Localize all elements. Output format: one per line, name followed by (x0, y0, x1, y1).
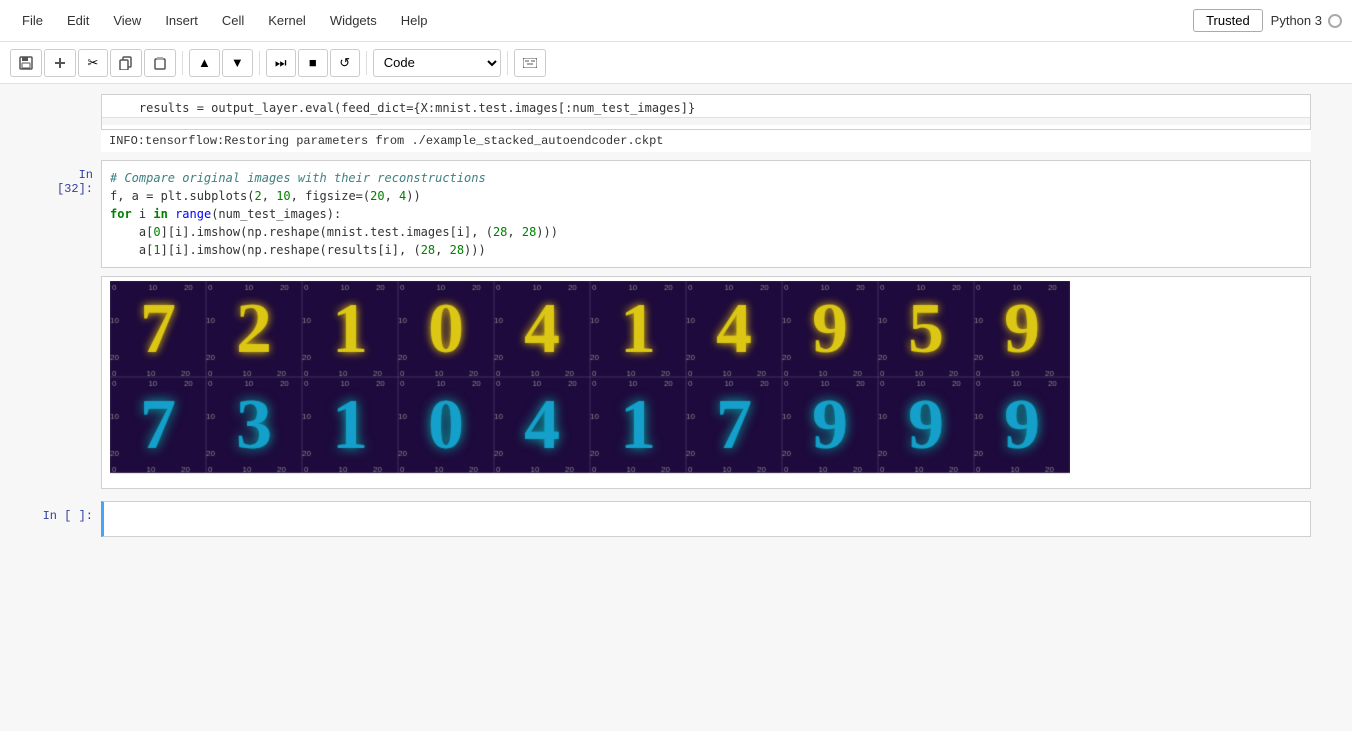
info-output: INFO:tensorflow:Restoring parameters fro… (101, 130, 1311, 152)
cell-32-prompt: In [32]: (41, 160, 101, 268)
menu-insert[interactable]: Insert (153, 7, 210, 34)
separator4 (507, 51, 508, 75)
digit-figure (110, 281, 1070, 481)
code-text4: a[1][i].imshow(np.reshape(results[i], (2… (110, 243, 486, 257)
empty-cell-input[interactable] (101, 501, 1311, 537)
trusted-button[interactable]: Trusted (1193, 9, 1263, 32)
cell-32-input[interactable]: # Compare original images with their rec… (101, 160, 1311, 268)
separator2 (259, 51, 260, 75)
menu-edit[interactable]: Edit (55, 7, 101, 34)
step-button[interactable]: ⏭ (266, 49, 296, 77)
copy-button[interactable] (110, 49, 142, 77)
cell-container: results = output_layer.eval(feed_dict={X… (41, 94, 1311, 537)
paste-button[interactable] (144, 49, 176, 77)
kernel-circle-icon (1328, 14, 1342, 28)
menu-help[interactable]: Help (389, 7, 440, 34)
cell-32-output (41, 276, 1311, 489)
separator1 (182, 51, 183, 75)
cell-type-select[interactable]: Code Markdown Raw NBConvert (373, 49, 501, 77)
code-text: f, a = plt.subplots(2, 10, figsize=(20, … (110, 189, 421, 203)
restart-button[interactable]: ↺ (330, 49, 360, 77)
menu-widgets[interactable]: Widgets (318, 7, 389, 34)
separator3 (366, 51, 367, 75)
kernel-label: Python 3 (1271, 13, 1322, 28)
menu-file[interactable]: File (10, 7, 55, 34)
code-for: for (110, 207, 132, 221)
kernel-info: Python 3 (1271, 13, 1342, 28)
empty-cell-prompt: In [ ]: (41, 501, 101, 537)
move-down-button[interactable]: ▼ (222, 49, 253, 77)
keyboard-shortcuts-button[interactable] (514, 49, 546, 77)
menubar: File Edit View Insert Cell Kernel Widget… (0, 0, 1352, 42)
cell-32: In [32]: # Compare original images with … (41, 160, 1311, 268)
move-up-button[interactable]: ▲ (189, 49, 220, 77)
menu-cell[interactable]: Cell (210, 7, 256, 34)
save-button[interactable] (10, 49, 42, 77)
toolbar: ✂ ▲ ▼ ⏭ ■ ↺ Code Markdown Raw NBConvert (0, 42, 1352, 84)
code-comment: # Compare original images with their rec… (110, 171, 486, 185)
code-text3: a[0][i].imshow(np.reshape(mnist.test.ima… (110, 225, 558, 239)
notebook: results = output_layer.eval(feed_dict={X… (0, 84, 1352, 731)
menu-kernel[interactable]: Kernel (256, 7, 318, 34)
add-cell-button[interactable] (44, 49, 76, 77)
cut-button[interactable]: ✂ (78, 49, 108, 77)
stop-button[interactable]: ■ (298, 49, 328, 77)
scroll-code-output: results = output_layer.eval(feed_dict={X… (102, 99, 1310, 117)
code-text2: i in range(num_test_images): (132, 207, 342, 221)
empty-cell: In [ ]: (41, 501, 1311, 537)
menu-view[interactable]: View (101, 7, 153, 34)
